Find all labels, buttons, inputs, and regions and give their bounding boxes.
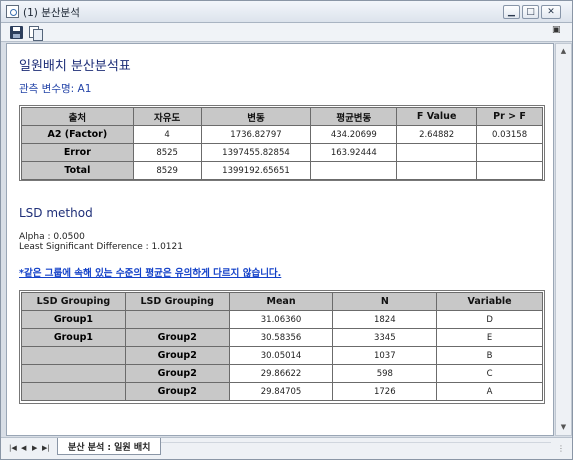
cell-group1 [21,382,126,401]
last-sheet-icon[interactable]: ▶| [42,444,50,452]
first-sheet-icon[interactable]: |◀ [9,444,17,452]
minimize-button[interactable]: ▁ [503,5,520,19]
lsd-value-text: Least Significant Difference : 1.0121 [19,242,183,252]
variable-label: 관측 변수명: A1 [19,83,92,95]
cell-group1: Group1 [21,328,126,347]
cell-variable: C [436,364,543,383]
cell-variable: E [436,328,543,347]
cell-group1: Group1 [21,310,126,329]
cell-variable: A [436,382,543,401]
cell-ss: 1736.82797 [200,125,312,144]
cell-f [396,161,478,180]
cell-group1 [21,364,126,383]
cell-p: 0.03158 [476,125,543,144]
title-bar[interactable]: (1) 분산분석 ▁ □ ✕ [1,1,572,23]
cell-ms: 163.92444 [310,143,398,162]
cell-df: 8525 [132,143,202,162]
sheet-tab-bar: |◀ ◀ ▶ ▶| 분산 분석 : 일원 배치 ⋮ [1,437,572,459]
anova-col-header: 평균변동 [310,107,398,126]
resize-grip-icon[interactable]: ⋮ [557,444,565,453]
table-row: Group1 31.06360 1824 D [21,310,543,329]
cell-mean: 30.58356 [228,328,334,347]
cell-ms: 434.20699 [310,125,398,144]
cell-ms [310,161,398,180]
cell-df: 8529 [132,161,202,180]
lsd-col-header: LSD Grouping [124,292,230,311]
cell-mean: 29.86622 [228,364,334,383]
table-row: A2 (Factor) 4 1736.82797 434.20699 2.648… [21,125,543,144]
lsd-header-row: LSD Grouping LSD Grouping Mean N Variabl… [21,292,543,311]
table-row: Group2 30.05014 1037 B [21,346,543,365]
grouping-note: *같은 그룹에 속해 있는 수준의 평균은 유의하게 다르지 않습니다. [19,268,282,279]
pin-icon[interactable]: ▣ [552,25,565,38]
save-icon[interactable] [10,26,23,39]
alpha-text: Alpha : 0.0500 [19,232,85,242]
lsd-table: LSD Grouping LSD Grouping Mean N Variabl… [21,292,543,401]
table-row: Group1 Group2 30.58356 3345 E [21,328,543,347]
anova-col-header: 변동 [200,107,312,126]
window-app-icon [6,5,19,18]
cell-df: 4 [132,125,202,144]
lsd-col-header: N [332,292,438,311]
cell-f [396,143,478,162]
cell-n: 3345 [332,328,438,347]
cell-group2: Group2 [124,328,230,347]
report-content: 일원배치 분산분석표 관측 변수명: A1 출처 자유도 변동 평균변동 F V… [6,43,554,436]
cell-n: 1726 [332,382,438,401]
cell-variable: B [436,346,543,365]
sheet-tab[interactable]: 분산 분석 : 일원 배치 [57,438,162,455]
row-source: A2 (Factor) [21,125,134,144]
close-button[interactable]: ✕ [541,5,561,19]
cell-n: 1824 [332,310,438,329]
maximize-button[interactable]: □ [522,5,539,19]
cell-n: 1037 [332,346,438,365]
cell-f: 2.64882 [396,125,478,144]
cell-mean: 30.05014 [228,346,334,365]
lsd-col-header: Mean [228,292,334,311]
row-source: Total [21,161,134,180]
copy-icon[interactable] [29,26,43,41]
table-row: Total 8529 1399192.65651 [21,161,543,180]
cell-variable: D [436,310,543,329]
scroll-down-icon[interactable]: ▼ [556,420,571,435]
anova-col-header: Pr > F [476,107,543,126]
cell-n: 598 [332,364,438,383]
window-title: (1) 분산분석 [23,7,80,19]
toolbar: ▣ [1,23,572,42]
row-source: Error [21,143,134,162]
cell-group2 [124,310,230,329]
lsd-col-header: LSD Grouping [21,292,126,311]
anova-col-header: F Value [396,107,478,126]
cell-group2: Group2 [124,346,230,365]
anova-header-row: 출처 자유도 변동 평균변동 F Value Pr > F [21,107,543,126]
table-row: Group2 29.86622 598 C [21,364,543,383]
vertical-scrollbar[interactable]: ▲ ▼ [555,43,572,436]
lsd-title: LSD method [19,206,93,220]
cell-group1 [21,346,126,365]
anova-table: 출처 자유도 변동 평균변동 F Value Pr > F A2 (Factor… [21,107,543,180]
cell-group2: Group2 [124,382,230,401]
cell-p [476,143,543,162]
anova-col-header: 출처 [21,107,134,126]
next-sheet-icon[interactable]: ▶ [32,444,37,452]
table-row: Group2 29.84705 1726 A [21,382,543,401]
scroll-up-icon[interactable]: ▲ [556,44,571,59]
lsd-col-header: Variable [436,292,543,311]
cell-group2: Group2 [124,364,230,383]
cell-ss: 1399192.65651 [200,161,312,180]
cell-mean: 31.06360 [228,310,334,329]
prev-sheet-icon[interactable]: ◀ [21,444,26,452]
cell-mean: 29.84705 [228,382,334,401]
table-row: Error 8525 1397455.82854 163.92444 [21,143,543,162]
anova-col-header: 자유도 [132,107,202,126]
result-window: (1) 분산분석 ▁ □ ✕ ▣ 일원배치 분산분석표 관측 변수명: A1 출… [0,0,573,460]
cell-ss: 1397455.82854 [200,143,312,162]
horizontal-scrollbar[interactable] [161,442,551,454]
cell-p [476,161,543,180]
report-title: 일원배치 분산분석표 [19,59,131,74]
